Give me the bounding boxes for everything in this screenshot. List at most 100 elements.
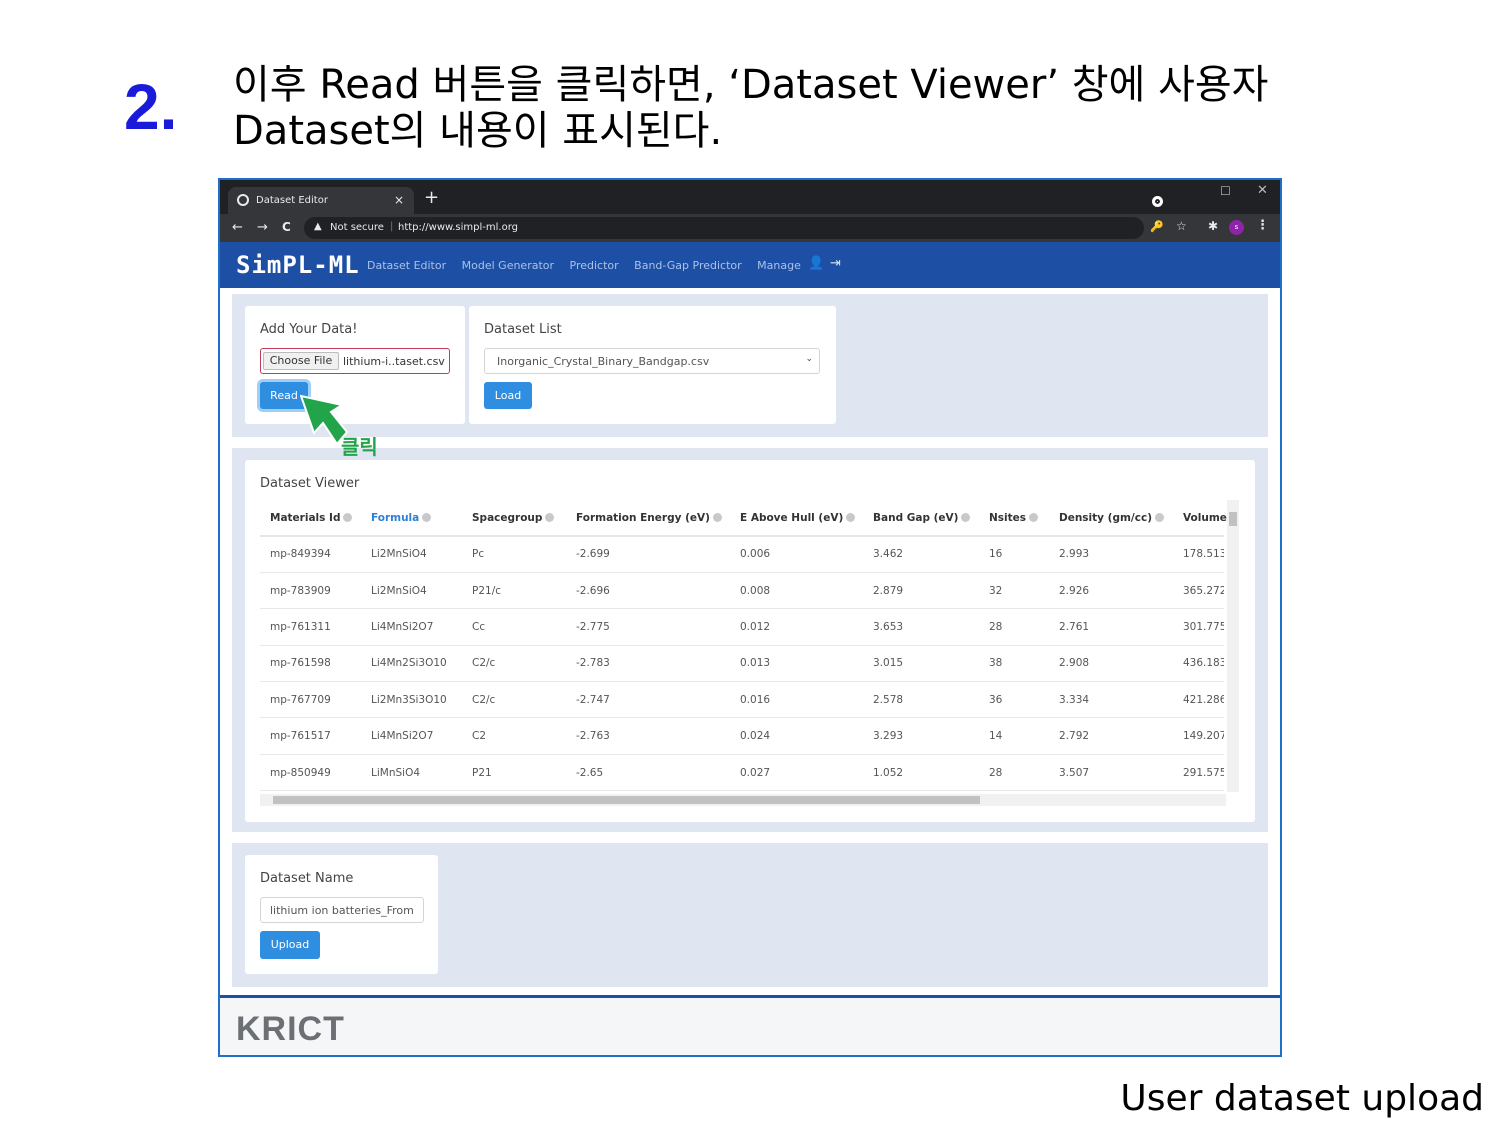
table-row[interactable]: mp-761598 Li4Mn2Si3O10 C2/c -2.783 0.013 3.01… bbox=[260, 645, 1224, 683]
dataset-name-title: Dataset Name bbox=[260, 871, 354, 886]
viewer-table-container[interactable]: Materials Id Formula Spacegroup Formation E… bbox=[260, 500, 1239, 806]
dataset-name-input[interactable]: lithium ion batteries_From bbox=[260, 897, 424, 923]
tab-close-icon[interactable]: × bbox=[394, 193, 404, 207]
table-cell: 16 bbox=[979, 536, 1049, 573]
column-header[interactable]: Materials Id bbox=[260, 500, 361, 537]
table-cell: 3.334 bbox=[1049, 681, 1173, 719]
table-cell: 3.653 bbox=[863, 608, 979, 646]
kebab-menu-icon[interactable]: ⋮ bbox=[1256, 218, 1269, 233]
avatar[interactable]: s bbox=[1229, 220, 1244, 235]
tab-dataset-editor[interactable]: Dataset Editor × bbox=[228, 187, 414, 214]
column-header[interactable]: Formula bbox=[361, 500, 462, 537]
column-header[interactable]: Spacegroup bbox=[462, 500, 566, 537]
step-instruction: 이후 Read 버튼을 클릭하면, ‘Dataset Viewer’ 창에 사용… bbox=[233, 62, 1269, 154]
nav-manage[interactable]: Manage bbox=[757, 259, 801, 272]
column-header-label: Volume bbox=[1183, 511, 1227, 524]
horizontal-scroll-thumb[interactable] bbox=[273, 796, 980, 804]
table-row[interactable]: mp-767709 Li2Mn3Si3O10 C2/c -2.747 0.016 2.57… bbox=[260, 681, 1224, 719]
brand-logo[interactable]: SimPL-ML bbox=[236, 251, 360, 279]
sort-icon[interactable] bbox=[846, 512, 856, 522]
table-cell: 3.507 bbox=[1049, 754, 1173, 792]
data-input-section: Add Your Data! Choose File lithium-i..ta… bbox=[232, 294, 1268, 437]
sort-icon[interactable] bbox=[1155, 512, 1165, 522]
table-cell: 0.024 bbox=[730, 717, 863, 755]
record-icon[interactable] bbox=[1152, 196, 1163, 207]
table-row[interactable]: mp-850949 LiMnSiO4 P21 -2.65 0.027 1.052 28 3.5… bbox=[260, 754, 1224, 792]
sort-icon[interactable] bbox=[422, 512, 432, 522]
column-header[interactable]: Band Gap (eV) bbox=[863, 500, 979, 537]
column-header[interactable]: Formation Energy (eV) bbox=[566, 500, 730, 537]
table-cell: 28 bbox=[979, 608, 1049, 646]
nav-band-gap-predictor[interactable]: Band-Gap Predictor bbox=[634, 259, 742, 272]
globe-icon bbox=[237, 194, 249, 206]
sort-icon[interactable] bbox=[961, 512, 971, 522]
vertical-scrollbar[interactable] bbox=[1227, 500, 1239, 792]
table-row[interactable]: mp-761517 Li4MnSi2O7 C2 -2.763 0.024 3.293 14 2… bbox=[260, 717, 1224, 755]
table-cell: mp-850949 bbox=[260, 754, 361, 792]
table-cell: 421.286 bbox=[1173, 681, 1224, 719]
sort-icon[interactable] bbox=[1029, 512, 1039, 522]
logout-icon[interactable]: ⇥ bbox=[830, 256, 841, 271]
url-input[interactable]: ▲ Not secure | http://www.simpl-ml.org bbox=[304, 217, 1144, 239]
viewer-title: Dataset Viewer bbox=[260, 476, 360, 491]
dataset-viewer-card: Dataset Viewer Materials Id Formula Spaceg… bbox=[245, 460, 1255, 822]
table-cell: 14 bbox=[979, 717, 1049, 755]
table-cell: 3.462 bbox=[863, 536, 979, 573]
table-cell: 0.008 bbox=[730, 572, 863, 610]
column-header[interactable]: E Above Hull (eV) bbox=[730, 500, 863, 537]
new-tab-icon[interactable]: + bbox=[424, 187, 439, 208]
table-cell: P21 bbox=[462, 754, 566, 792]
file-name: lithium-i..taset.csv bbox=[343, 355, 445, 368]
viewer-section: Dataset Viewer Materials Id Formula Spaceg… bbox=[232, 448, 1268, 832]
table-cell: 38 bbox=[979, 645, 1049, 683]
file-input[interactable]: Choose File lithium-i..taset.csv bbox=[260, 348, 450, 374]
table-cell: -2.747 bbox=[566, 681, 730, 719]
upload-button[interactable]: Upload bbox=[260, 931, 320, 959]
window-close-icon[interactable]: ✕ bbox=[1257, 183, 1268, 198]
table-cell: -2.65 bbox=[566, 754, 730, 792]
star-icon[interactable]: ☆ bbox=[1176, 219, 1187, 233]
table-cell: -2.699 bbox=[566, 536, 730, 573]
user-icon[interactable]: 👤 bbox=[808, 256, 824, 271]
nav-model-generator[interactable]: Model Generator bbox=[462, 259, 554, 272]
back-icon[interactable]: ← bbox=[232, 220, 243, 235]
maximize-icon[interactable]: ☐ bbox=[1220, 184, 1231, 198]
table-cell: 32 bbox=[979, 572, 1049, 610]
sort-icon[interactable] bbox=[712, 512, 722, 522]
load-button[interactable]: Load bbox=[484, 382, 532, 409]
table-row[interactable]: mp-783909 Li2MnSiO4 P21/c -2.696 0.008 2.879 3… bbox=[260, 572, 1224, 610]
table-cell: C2/c bbox=[462, 645, 566, 683]
puzzle-icon[interactable]: ✱ bbox=[1208, 219, 1218, 233]
nav-dataset-editor[interactable]: Dataset Editor bbox=[367, 259, 446, 272]
table-cell: 2.908 bbox=[1049, 645, 1173, 683]
column-header-label: Density (gm/cc) bbox=[1059, 511, 1153, 524]
column-header-label: Formula bbox=[371, 511, 420, 524]
horizontal-scrollbar[interactable] bbox=[260, 794, 1226, 806]
column-header-label: Band Gap (eV) bbox=[873, 511, 959, 524]
table-cell: 2.879 bbox=[863, 572, 979, 610]
tab-bar: Dataset Editor × + ☐ ✕ bbox=[220, 180, 1280, 214]
sort-icon[interactable] bbox=[545, 512, 555, 522]
table-row[interactable]: mp-761311 Li4MnSi2O7 Cc -2.775 0.012 3.653 28 2… bbox=[260, 608, 1224, 646]
key-icon[interactable]: 🔑 bbox=[1150, 220, 1164, 233]
table-cell: 3.015 bbox=[863, 645, 979, 683]
table-cell: 0.027 bbox=[730, 754, 863, 792]
table-cell: Li4MnSi2O7 bbox=[361, 717, 462, 755]
nav-predictor[interactable]: Predictor bbox=[570, 259, 619, 272]
table-row[interactable]: mp-849394 Li2MnSiO4 Pc -2.699 0.006 3.462 16 2.… bbox=[260, 536, 1224, 573]
sort-icon[interactable] bbox=[343, 512, 353, 522]
reload-icon[interactable]: C bbox=[282, 220, 291, 234]
table-cell: 436.183 bbox=[1173, 645, 1224, 683]
site-navbar: SimPL-ML Dataset Editor Model Generator … bbox=[220, 242, 1280, 288]
forward-icon[interactable]: → bbox=[257, 220, 268, 235]
column-header[interactable]: Nsites bbox=[979, 500, 1049, 537]
column-header-label: E Above Hull (eV) bbox=[740, 511, 844, 524]
dataset-select[interactable]: Inorganic_Crystal_Binary_Bandgap.csv ⌄ bbox=[484, 348, 820, 374]
table-cell: 301.775 bbox=[1173, 608, 1224, 646]
table-cell: 2.761 bbox=[1049, 608, 1173, 646]
vertical-scroll-thumb[interactable] bbox=[1229, 512, 1237, 526]
krict-logo: KRICT bbox=[236, 1010, 345, 1048]
column-header[interactable]: Density (gm/cc) bbox=[1049, 500, 1173, 537]
column-header[interactable]: Volume bbox=[1173, 500, 1227, 537]
choose-file-button[interactable]: Choose File bbox=[263, 352, 339, 370]
